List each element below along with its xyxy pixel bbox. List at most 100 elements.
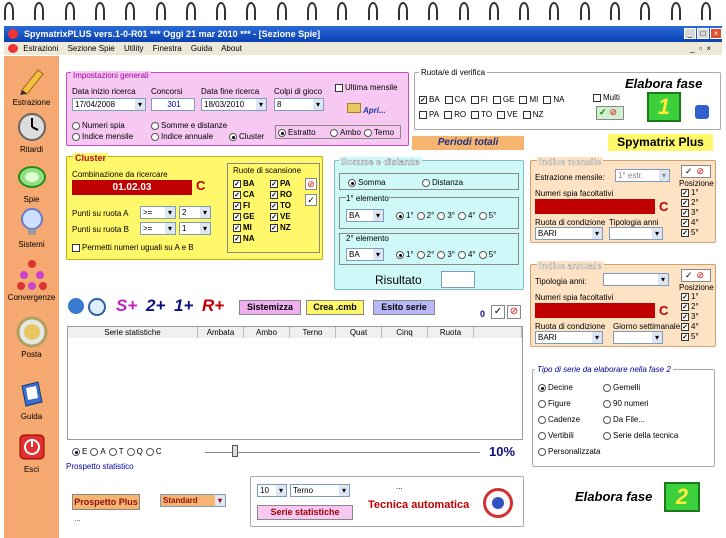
tipo-serie-right[interactable]: Gemelli 90 numeri Da File... Serie della te… [603, 383, 678, 447]
radio-somma[interactable]: Somma [348, 178, 386, 187]
table-header-serie-statistiche[interactable]: Serie statistiche [68, 327, 198, 338]
posizione-2-checkbox[interactable]: ✓ 2° [681, 302, 711, 312]
ruote-verifica-row2[interactable]: PA RO TO VE NZ [419, 110, 548, 119]
c-button[interactable]: C [196, 178, 205, 193]
annuale-numeri-field[interactable] [535, 303, 655, 318]
two-plus-button[interactable]: 2+ [146, 296, 165, 316]
radio-somme[interactable]: Somme e distanze [151, 121, 227, 130]
filter-a-radio[interactable]: A [90, 447, 106, 456]
position-4-radio[interactable]: 4° [457, 250, 476, 259]
minimize-button[interactable]: _ [684, 28, 696, 39]
scan-ro-checkbox[interactable]: ✓ RO [270, 190, 306, 201]
scan-na-checkbox[interactable]: ✓ NA [233, 234, 269, 245]
mensile-posizione-checks[interactable]: ✓ 1° ✓ 2° ✓ 3° ✓ 4° ✓ 5° [681, 188, 711, 238]
sistemizza-button[interactable]: Sistemizza [239, 300, 301, 315]
estr-mensile-select[interactable]: 1° estr. [615, 169, 670, 182]
posizione-5-checkbox[interactable]: ✓ 5° [681, 228, 711, 238]
tipo-personalizzata-radio[interactable]: Personalizzata [538, 447, 600, 463]
tipo-figure-radio[interactable]: Figure [538, 399, 600, 415]
posizione-4-checkbox[interactable]: ✓ 4° [681, 218, 711, 228]
tipo-gemelli-radio[interactable]: Gemelli [603, 383, 678, 399]
tipo-vertibili-radio[interactable]: Vertibili [538, 431, 600, 447]
ruote-verifica-row1[interactable]: ✓ BA CA FI GE MI NA [419, 95, 569, 104]
mensile-ruota-select[interactable]: BARI [535, 227, 603, 240]
risultato-field[interactable] [441, 271, 475, 288]
radio-ambo[interactable]: Ambo [330, 128, 361, 137]
tipo-da-file--radio[interactable]: Da File... [603, 415, 678, 431]
esito-serie-button[interactable]: Esito serie [373, 300, 435, 315]
position-5-radio[interactable]: 5° [478, 250, 496, 259]
sidebar-item-estrazione[interactable]: Estrazione [4, 64, 59, 107]
elemento2-positions[interactable]: 1° 2° 3° 4° 5° [396, 250, 499, 259]
table-header-quat[interactable]: Quat [336, 327, 382, 338]
target-icon[interactable] [483, 488, 513, 518]
apri-button[interactable]: Apri... [347, 103, 386, 115]
position-4-radio[interactable]: 4° [457, 211, 476, 220]
filter-c-radio[interactable]: C [145, 447, 162, 456]
sidebar-item-posta[interactable]: Posta [4, 316, 59, 359]
ruota-ba-checkbox[interactable]: ✓ BA [419, 95, 440, 104]
sidebar-item-convergenze[interactable]: Convergenze [4, 259, 59, 302]
sorte-select[interactable]: Terno [290, 484, 350, 497]
magnifier-icon[interactable] [88, 298, 106, 316]
mdi-controls[interactable]: _ ▫ × [690, 42, 711, 55]
maximize-button[interactable]: □ [697, 28, 709, 39]
posizione-3-checkbox[interactable]: ✓ 3° [681, 208, 711, 218]
ultima-mensile-checkbox[interactable]: Ultima mensile [335, 83, 397, 92]
tipo-cadenze-radio[interactable]: Cadenze [538, 415, 600, 431]
ruota-nz-checkbox[interactable]: NZ [522, 110, 543, 119]
rplus-button[interactable]: R+ [202, 296, 224, 316]
position-2-radio[interactable]: 2° [416, 211, 434, 220]
standard-select[interactable]: Standard [160, 494, 226, 507]
elemento2-ruota-select[interactable]: BA [346, 248, 384, 261]
menu-sezione-spie[interactable]: Sezione Spie [68, 44, 115, 53]
sorte-filters[interactable]: EATQC [72, 447, 165, 456]
menu-about[interactable]: About [221, 44, 242, 53]
filter-e-radio[interactable]: E [72, 447, 87, 456]
one-plus-button[interactable]: 1+ [174, 296, 193, 316]
position-5-radio[interactable]: 5° [478, 211, 496, 220]
val-b-select[interactable]: 1 [179, 222, 211, 235]
data-fine-picker[interactable]: 18/03/2010 [201, 98, 267, 111]
sidebar-item-esci[interactable]: Esci [4, 431, 59, 474]
ruota-ca-checkbox[interactable]: CA [444, 95, 466, 104]
ruota-ve-checkbox[interactable]: VE [497, 110, 518, 119]
filter-q-radio[interactable]: Q [126, 447, 143, 456]
ruota-fi-checkbox[interactable]: FI [470, 95, 488, 104]
annuale-giorno-select[interactable] [613, 331, 663, 344]
sidebar-item-spie[interactable]: Spie [4, 161, 59, 204]
table-header-ambata[interactable]: Ambata [198, 327, 244, 338]
radio-distanza[interactable]: Distanza [422, 178, 463, 187]
crea-cmb-button[interactable]: Crea .cmb [306, 300, 364, 315]
scan-ba-checkbox[interactable]: ✓ BA [233, 179, 269, 190]
posizione-2-checkbox[interactable]: ✓ 2° [681, 198, 711, 208]
radio-ind-annuale[interactable]: Indice annuale [151, 132, 213, 141]
mensile-numeri-field[interactable] [535, 199, 655, 214]
ruote-scansione-col1[interactable]: ✓ BA ✓ CA ✓ FI ✓ GE ✓ MI ✓ NA [233, 179, 269, 245]
table-header-ambo[interactable]: Ambo [244, 327, 290, 338]
op-b-select[interactable]: >= [140, 222, 176, 235]
radio-cluster[interactable]: Cluster [229, 132, 264, 141]
annuale-tip-select[interactable] [603, 273, 669, 286]
position-3-radio[interactable]: 3° [437, 211, 455, 220]
posizione-1-checkbox[interactable]: ✓ 1° [681, 188, 711, 198]
scan-to-checkbox[interactable]: ✓ TO [270, 201, 306, 212]
run-icon[interactable] [695, 105, 709, 119]
ruota-ge-checkbox[interactable]: GE [492, 95, 514, 104]
tipo-serie-della-tecnica-radio[interactable]: Serie della tecnica [603, 431, 678, 447]
prospetto-plus-button[interactable]: Prospetto Plus [72, 494, 140, 510]
position-1-radio[interactable]: 1° [396, 250, 414, 259]
check-buttons[interactable]: ✓ ⊘ [596, 106, 624, 120]
serie-statistiche-button[interactable]: Serie statistiche [257, 505, 353, 520]
radio-estratto[interactable]: Estratto [278, 128, 316, 137]
posizione-4-checkbox[interactable]: ✓ 4° [681, 322, 711, 332]
menu-guida[interactable]: Guida [191, 44, 212, 53]
radio-numeri-spia[interactable]: Numeri spia [72, 121, 125, 130]
concorsi-field[interactable]: 301 [151, 98, 195, 111]
scan-ca-checkbox[interactable]: ✓ CA [233, 190, 269, 201]
annuale-ruota-select[interactable]: BARI [535, 331, 603, 344]
tipo-decine-radio[interactable]: Decine [538, 383, 600, 399]
menu-estrazioni[interactable]: Estrazioni [23, 44, 58, 53]
annuale-c-button[interactable]: C [659, 303, 668, 318]
select-all-ruote-button[interactable]: ✓ [305, 194, 317, 206]
